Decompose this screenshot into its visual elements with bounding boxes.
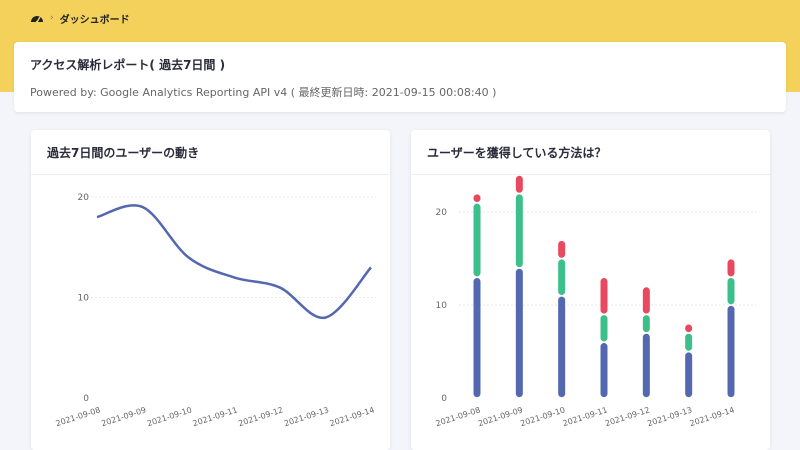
y-tick-label: 0 bbox=[441, 394, 447, 404]
y-tick-label: 20 bbox=[436, 208, 448, 218]
bar-segment bbox=[727, 278, 735, 305]
x-tick-label: 2021-09-09 bbox=[100, 405, 147, 428]
bar-segment bbox=[600, 343, 608, 398]
users-trend-chart: 010202021-09-082021-09-092021-09-102021-… bbox=[55, 193, 376, 428]
bar-segment bbox=[600, 315, 608, 342]
bar-segment bbox=[642, 287, 650, 314]
y-tick-label: 10 bbox=[436, 301, 448, 311]
y-tick-label: 10 bbox=[78, 294, 90, 304]
report-title: アクセス解析レポート( 過去7日間 ) bbox=[30, 58, 226, 72]
bar-segment bbox=[473, 278, 481, 398]
x-tick-label: 2021-09-11 bbox=[562, 405, 609, 428]
y-tick-label: 0 bbox=[83, 394, 89, 404]
acquisition-card: ユーザーを獲得している方法は？ 0 10 20 2021-09-08 2021-09-0… bbox=[411, 130, 770, 450]
bar-segment bbox=[558, 259, 566, 295]
bar-segment bbox=[685, 352, 693, 398]
x-tick-label: 2021-09-14 bbox=[329, 405, 376, 428]
bar-segment bbox=[685, 324, 693, 333]
x-tick-label: 2021-09-13 bbox=[283, 405, 330, 428]
bar-segment bbox=[685, 333, 693, 351]
bar-segment bbox=[473, 203, 481, 277]
bar-segment bbox=[727, 305, 735, 398]
bar-segment bbox=[642, 333, 650, 398]
x-tick-label: 2021-09-10 bbox=[519, 405, 566, 428]
bar-segment bbox=[515, 194, 523, 268]
x-tick-label: 2021-09-08 bbox=[435, 405, 482, 428]
acquisition-chart: 010202021-09-082021-09-092021-09-102021-… bbox=[435, 175, 756, 428]
x-tick-label: 2021-09-10 bbox=[146, 405, 193, 428]
y-tick-label: 20 bbox=[78, 193, 90, 203]
bar-segment bbox=[642, 315, 650, 333]
bar-segment bbox=[473, 194, 481, 203]
users-line bbox=[96, 204, 372, 319]
breadcrumb-separator: › bbox=[50, 13, 54, 23]
x-tick-label: 2021-09-11 bbox=[192, 405, 239, 428]
bar-segment bbox=[515, 175, 523, 193]
dashboard-icon[interactable] bbox=[30, 12, 44, 24]
x-tick-label: 2021-09-14 bbox=[689, 405, 736, 428]
x-tick-label: 2021-09-12 bbox=[604, 405, 651, 428]
users-trend-card: 過去7日間のユーザーの動き 0 10 20 2021-09-08 2021-09-09 2… bbox=[31, 130, 390, 450]
breadcrumb-current: ダッシュボード bbox=[59, 14, 130, 26]
x-tick-label: 2021-09-13 bbox=[646, 405, 693, 428]
bar-segment bbox=[600, 278, 608, 314]
x-tick-label: 2021-09-09 bbox=[477, 405, 524, 428]
x-tick-label: 2021-09-12 bbox=[237, 405, 284, 428]
x-tick-label: 2021-09-08 bbox=[55, 405, 102, 428]
bar-segment bbox=[558, 240, 566, 258]
report-card: アクセス解析レポート( 過去7日間 ) Powered by: Google A… bbox=[14, 42, 786, 112]
bar-segment bbox=[515, 268, 523, 398]
bar-segment bbox=[558, 296, 566, 398]
breadcrumb: › ダッシュボード bbox=[30, 10, 130, 26]
report-subtitle: Powered by: Google Analytics Reporting A… bbox=[30, 86, 497, 99]
bar-segment bbox=[727, 259, 735, 277]
